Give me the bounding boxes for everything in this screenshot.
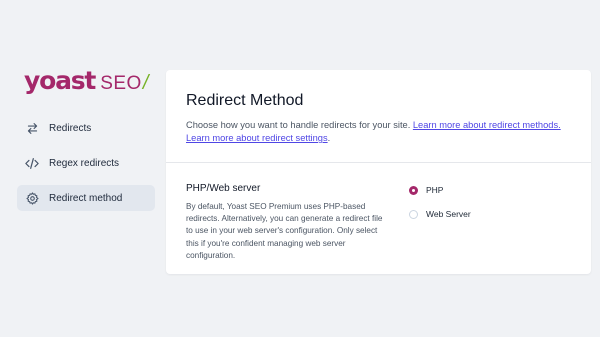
learn-more-methods-link[interactable]: Learn more about redirect methods.	[413, 120, 561, 130]
gear-icon	[25, 191, 39, 205]
sidebar-item-label: Regex redirects	[49, 157, 120, 169]
card-description-text: Choose how you want to handle redirects …	[186, 120, 411, 130]
radio-option-web-server[interactable]: Web Server	[409, 206, 471, 222]
radio-button-unchecked[interactable]	[409, 209, 418, 219]
radio-button-checked[interactable]	[409, 185, 418, 195]
sidebar-item-label: Redirects	[49, 122, 92, 134]
page-title: Redirect Method	[186, 92, 304, 109]
sidebar: yoast SEO / Redirects Regex redirects Re…	[0, 0, 165, 337]
radio-option-php[interactable]: PHP	[409, 182, 471, 198]
settings-link-period: .	[327, 133, 331, 143]
logo-wordmark: yoast	[24, 66, 96, 95]
logo-slash: /	[142, 72, 149, 94]
sidebar-item-regex-redirects[interactable]: Regex redirects	[17, 150, 155, 176]
redirect-method-card: Redirect Method Choose how you want to h…	[166, 70, 591, 274]
divider	[166, 162, 591, 163]
card-description: Choose how you want to handle redirects …	[186, 119, 581, 145]
logo-suffix: SEO	[100, 73, 142, 94]
section-title: PHP/Web server	[186, 183, 261, 194]
sidebar-item-redirect-method[interactable]: Redirect method	[17, 185, 155, 211]
redirect-method-radio-group: PHP Web Server	[409, 182, 471, 230]
radio-label: Web Server	[426, 209, 471, 219]
sidebar-item-redirects[interactable]: Redirects	[17, 115, 155, 141]
radio-label: PHP	[426, 185, 444, 195]
arrows-right-left-icon	[25, 121, 39, 135]
learn-more-settings-link[interactable]: Learn more about redirect settings	[186, 133, 328, 143]
sidebar-item-label: Redirect method	[49, 192, 123, 204]
section-description: By default, Yoast SEO Premium uses PHP-b…	[186, 202, 383, 260]
code-icon	[25, 156, 39, 170]
yoast-seo-logo: yoast SEO /	[24, 66, 148, 96]
